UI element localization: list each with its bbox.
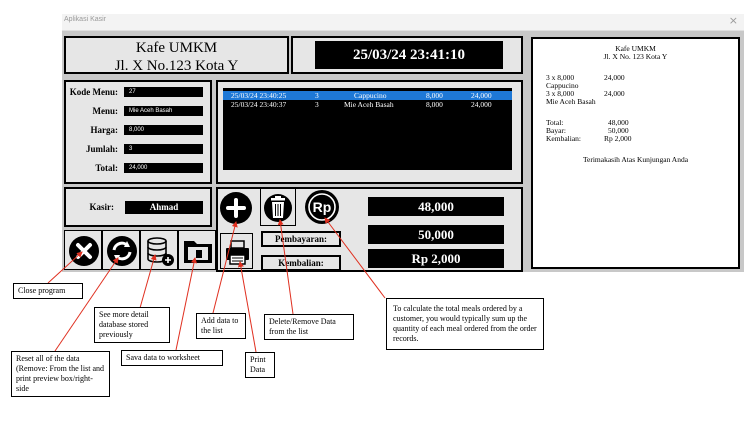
note-calculate: To calculate the total meals ordered by … bbox=[386, 298, 544, 350]
note-reset: Reset all of the data (Remove: From the … bbox=[11, 351, 110, 397]
note-detail: See more detail database stored previous… bbox=[94, 307, 170, 343]
annotation-arrows bbox=[47, 217, 386, 353]
note-add: Add data to the list bbox=[196, 313, 246, 339]
note-print: Print Data bbox=[245, 352, 275, 378]
note-delete: Delete/Remove Data from the list bbox=[264, 314, 354, 340]
note-save: Sava data to worksheet bbox=[121, 350, 223, 366]
note-close-program: Close program bbox=[13, 283, 83, 299]
